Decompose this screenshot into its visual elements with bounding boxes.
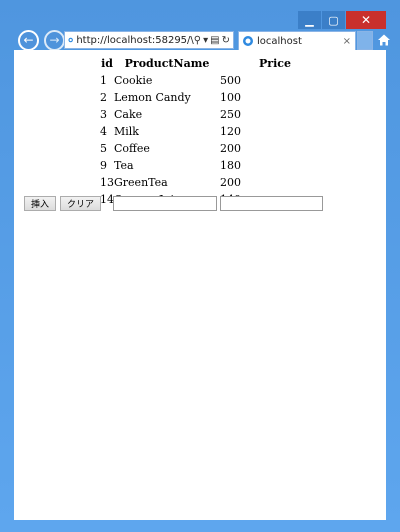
cell-name: Coffee [114,142,150,155]
table-row: 4 Milk 120 [97,123,330,140]
price-input[interactable] [220,196,323,211]
home-icon[interactable] [377,33,391,47]
cell-price: 120 [220,125,241,138]
ie-icon [68,37,73,43]
cell-id: 3 [100,108,107,121]
tab-close-icon[interactable]: × [343,36,355,47]
cell-id: 9 [100,159,107,172]
dropdown-icon[interactable]: ▾ [203,35,208,46]
cell-name: Lemon Candy [114,91,191,104]
cell-price: 100 [220,91,241,104]
cell-name: GreenTea [114,176,168,189]
cell-price: 200 [220,142,241,155]
cell-id: 4 [100,125,107,138]
address-text: http://localhost:58295/\ [76,34,194,46]
forward-icon: → [49,33,60,47]
back-icon: ← [23,33,34,47]
cell-name: Milk [114,125,139,138]
header-id: id [101,57,113,70]
insert-button[interactable]: 挿入 [24,196,57,211]
address-tools: ⚲ ▾ ▤ ↻ [194,35,233,46]
cell-name: Cookie [114,74,153,87]
forward-button[interactable]: → [44,30,65,51]
compat-icon[interactable]: ▤ [210,35,219,46]
back-button[interactable]: ← [18,30,39,51]
tab-title: localhost [257,35,302,47]
product-name-input[interactable] [113,196,217,211]
maximize-button[interactable]: ▢ [322,11,345,29]
refresh-icon[interactable]: ↻ [222,35,230,46]
page-content: id ProductName Price 1 Cookie 500 2 Lemo… [14,50,386,520]
header-price: Price [259,57,291,70]
clear-button[interactable]: クリア [60,196,102,211]
tab-localhost[interactable]: localhost × [238,31,356,50]
cell-price: 200 [220,176,241,189]
window-controls: ▁ ▢ ✕ [298,11,386,29]
browser-toolbar: ← → http://localhost:58295/\ ⚲ ▾ ▤ ↻ loc… [14,30,390,51]
table-row: 5 Coffee 200 [97,140,330,157]
product-table: id ProductName Price 1 Cookie 500 2 Lemo… [97,56,330,208]
address-bar[interactable]: http://localhost:58295/\ ⚲ ▾ ▤ ↻ [64,31,234,49]
form-buttons: 挿入 クリア [24,196,102,211]
table-row: 3 Cake 250 [97,106,330,123]
minimize-button[interactable]: ▁ [298,11,321,29]
browser-window: ▁ ▢ ✕ ← → http://localhost:58295/\ ⚲ ▾ ▤… [0,0,400,532]
close-button[interactable]: ✕ [346,11,386,29]
header-product-name: ProductName [124,57,210,70]
table-row: 1 Cookie 500 [97,72,330,89]
cell-id: 1 [100,74,107,87]
table-row: 9 Tea 180 [97,157,330,174]
cell-id: 5 [100,142,107,155]
cell-name: Tea [114,159,134,172]
search-icon[interactable]: ⚲ [194,35,201,46]
cell-price: 500 [220,74,241,87]
table-row: 2 Lemon Candy 100 [97,89,330,106]
cell-name: Cake [114,108,143,121]
table-header-row: id ProductName Price [97,56,330,72]
cell-price: 250 [220,108,241,121]
cell-price: 180 [220,159,241,172]
cell-id: 13 [100,176,114,189]
new-tab-button[interactable] [357,31,373,50]
cell-id: 2 [100,91,107,104]
ie-icon [243,36,253,46]
table-row: 13 GreenTea 200 [97,174,330,191]
